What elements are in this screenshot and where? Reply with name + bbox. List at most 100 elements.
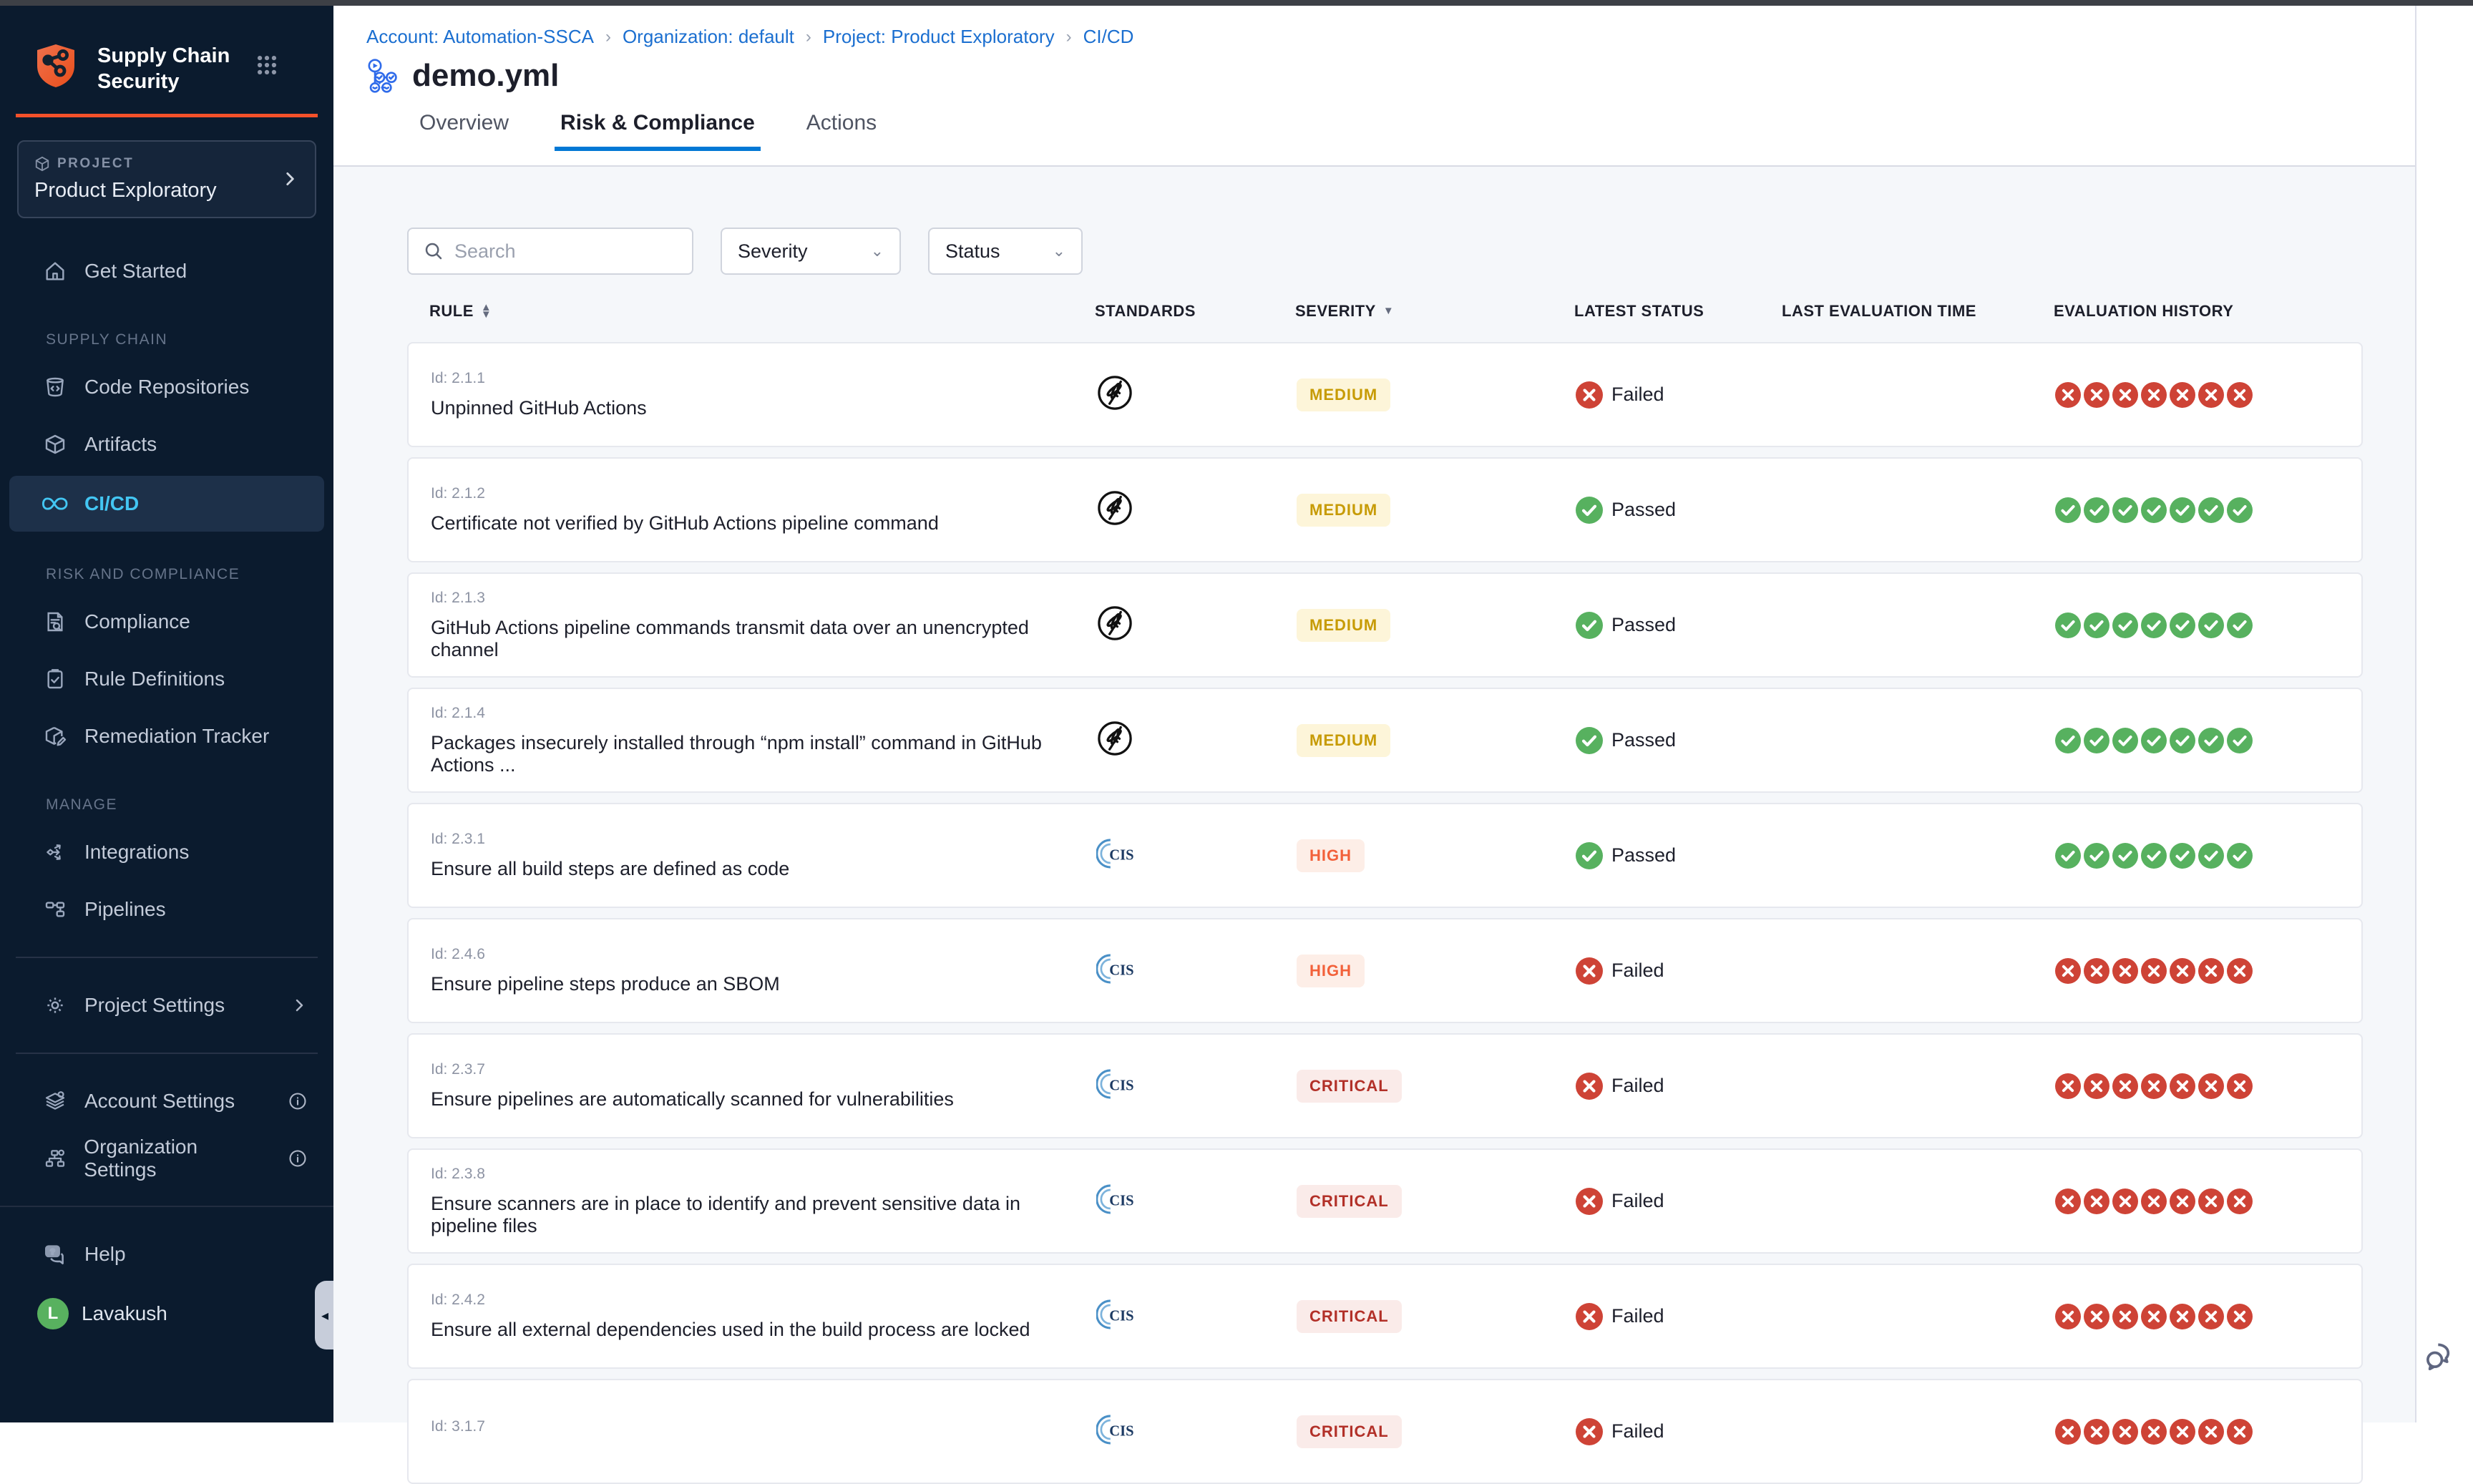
chevron-down-icon: ⌄ (871, 242, 884, 260)
breadcrumb-organization-link[interactable]: Organization: default (623, 26, 794, 48)
sidebar-item-pipelines[interactable]: Pipelines (0, 881, 333, 938)
section-supply-chain: SUPPLY CHAIN (0, 300, 333, 358)
status-icon (1576, 1418, 1603, 1445)
table-row[interactable]: Id: 2.1.2 Certificate not verified by Gi… (407, 457, 2363, 562)
sidebar-item-label: Compliance (84, 610, 190, 633)
status-filter-dropdown[interactable]: Status ⌄ (928, 228, 1083, 275)
breadcrumb-account-link[interactable]: Account: Automation-SSCA (366, 26, 594, 48)
status-label: Failed (1611, 1190, 1664, 1212)
supply-chain-security-logo (36, 43, 76, 89)
history-failed-icon (2084, 958, 2109, 984)
sidebar-item-help[interactable]: ? Help (0, 1226, 333, 1283)
tab-risk-and-compliance[interactable]: Risk & Compliance (555, 111, 761, 151)
sidebar-item-get-started[interactable]: Get Started (0, 243, 333, 300)
history-failed-icon (2227, 1188, 2253, 1214)
column-last-evaluation-time[interactable]: LAST EVALUATION TIME (1760, 302, 2031, 321)
sidebar-item-remediation-tracker[interactable]: Remediation Tracker (0, 708, 333, 765)
sidebar-item-label: CI/CD (84, 492, 139, 515)
sort-desc-icon[interactable]: ▼ (1383, 308, 1394, 316)
svg-text:CIS: CIS (1109, 1193, 1133, 1209)
sidebar-item-code-repositories[interactable]: Code Repositories (0, 358, 333, 416)
page-title: demo.yml (412, 58, 559, 94)
table-row[interactable]: Id: 2.4.6 Ensure pipeline steps produce … (407, 918, 2363, 1023)
table-row[interactable]: Id: 2.1.3 GitHub Actions pipeline comman… (407, 572, 2363, 678)
sidebar-item-integrations[interactable]: Integrations (0, 824, 333, 881)
filter-toolbar: Severity ⌄ Status ⌄ (407, 228, 2415, 275)
chevron-right-icon (281, 170, 299, 188)
infinity-icon (42, 492, 69, 515)
rule-id: Id: 2.3.7 (431, 1061, 1074, 1078)
column-latest-status[interactable]: LATEST STATUS (1552, 302, 1760, 321)
history-passed-icon (2141, 728, 2167, 753)
status-label: Failed (1611, 384, 1664, 406)
integrations-icon (42, 841, 69, 864)
history-failed-icon (2227, 382, 2253, 408)
history-passed-icon (2084, 728, 2109, 753)
table-row[interactable]: Id: 3.1.7 (407, 1379, 2363, 1484)
column-evaluation-history[interactable]: EVALUATION HISTORY (2031, 302, 2363, 321)
history-failed-icon (2198, 1073, 2224, 1099)
column-severity[interactable]: SEVERITY ▼ (1273, 302, 1552, 321)
rule-id: Id: 2.3.1 (431, 831, 1074, 848)
owasp-standard-icon (1096, 374, 1133, 411)
table-row[interactable]: Id: 2.3.1 Ensure all build steps are def… (407, 803, 2363, 908)
history-passed-icon (2084, 843, 2109, 869)
rule-title: Packages insecurely installed through “n… (431, 732, 1074, 776)
cis-standard-icon: CIS (1096, 950, 1142, 988)
status-label: Passed (1611, 729, 1676, 751)
tab-actions[interactable]: Actions (801, 111, 882, 151)
tab-overview[interactable]: Overview (414, 111, 514, 151)
sort-icon[interactable]: ▲▼ (481, 304, 492, 319)
sidebar-item-artifacts[interactable]: Artifacts (0, 416, 333, 473)
history-failed-icon (2112, 1188, 2138, 1214)
history-failed-icon (2170, 1073, 2195, 1099)
sidebar-item-organization-settings[interactable]: Organization Settings (0, 1130, 333, 1187)
rule-title: GitHub Actions pipeline commands transmi… (431, 617, 1074, 661)
info-icon[interactable] (288, 1091, 308, 1111)
chat-bubbles-icon[interactable] (2421, 1338, 2462, 1378)
breadcrumb-cicd-link[interactable]: CI/CD (1083, 26, 1134, 48)
status-label: Passed (1611, 614, 1676, 636)
rule-id: Id: 3.1.7 (431, 1418, 1074, 1435)
history-failed-icon (2084, 1073, 2109, 1099)
sidebar-item-compliance[interactable]: Compliance (0, 593, 333, 650)
breadcrumb-project-link[interactable]: Project: Product Exploratory (823, 26, 1055, 48)
table-row[interactable]: Id: 2.3.8 Ensure scanners are in place t… (407, 1148, 2363, 1254)
code-repository-icon (42, 376, 69, 399)
history-passed-icon (2227, 728, 2253, 753)
owasp-standard-icon (1096, 720, 1133, 757)
project-name: Product Exploratory (34, 179, 281, 202)
user-name: Lavakush (82, 1302, 167, 1325)
sidebar-collapse-handle[interactable]: ◂ (315, 1281, 335, 1349)
severity-filter-dropdown[interactable]: Severity ⌄ (721, 228, 901, 275)
home-icon (42, 260, 69, 283)
evaluation-history (2033, 1073, 2361, 1099)
table-row[interactable]: Id: 2.1.4 Packages insecurely installed … (407, 688, 2363, 793)
cis-standard-icon: CIS (1096, 1065, 1142, 1103)
status-icon (1576, 1188, 1603, 1215)
info-icon[interactable] (288, 1148, 308, 1168)
history-failed-icon (2141, 1073, 2167, 1099)
history-passed-icon (2084, 497, 2109, 523)
table-row[interactable]: Id: 2.4.2 Ensure all external dependenci… (407, 1264, 2363, 1369)
status-icon (1576, 1073, 1603, 1100)
table-row[interactable]: Id: 2.1.1 Unpinned GitHub Actions (407, 342, 2363, 447)
column-standards[interactable]: STANDARDS (1073, 302, 1273, 321)
history-failed-icon (2170, 1188, 2195, 1214)
column-rule[interactable]: RULE ▲▼ (407, 302, 1073, 321)
module-grid-icon[interactable] (255, 53, 279, 77)
sidebar-item-project-settings[interactable]: Project Settings (0, 977, 333, 1034)
table-row[interactable]: Id: 2.3.7 Ensure pipelines are automatic… (407, 1033, 2363, 1138)
sidebar-item-account-settings[interactable]: Account Settings (0, 1073, 333, 1130)
history-passed-icon (2141, 612, 2167, 638)
project-selector[interactable]: PROJECT Product Exploratory (17, 140, 316, 218)
severity-badge: CRITICAL (1297, 1415, 1402, 1448)
svg-text:CIS: CIS (1109, 847, 1133, 863)
search-icon (423, 240, 444, 262)
user-menu[interactable]: L Lavakush (0, 1283, 333, 1344)
severity-badge: CRITICAL (1297, 1185, 1402, 1218)
sidebar-item-cicd[interactable]: CI/CD (9, 476, 324, 532)
sidebar-item-rule-definitions[interactable]: Rule Definitions (0, 650, 333, 708)
svg-text:CIS: CIS (1109, 1308, 1133, 1324)
search-input[interactable] (454, 240, 678, 263)
